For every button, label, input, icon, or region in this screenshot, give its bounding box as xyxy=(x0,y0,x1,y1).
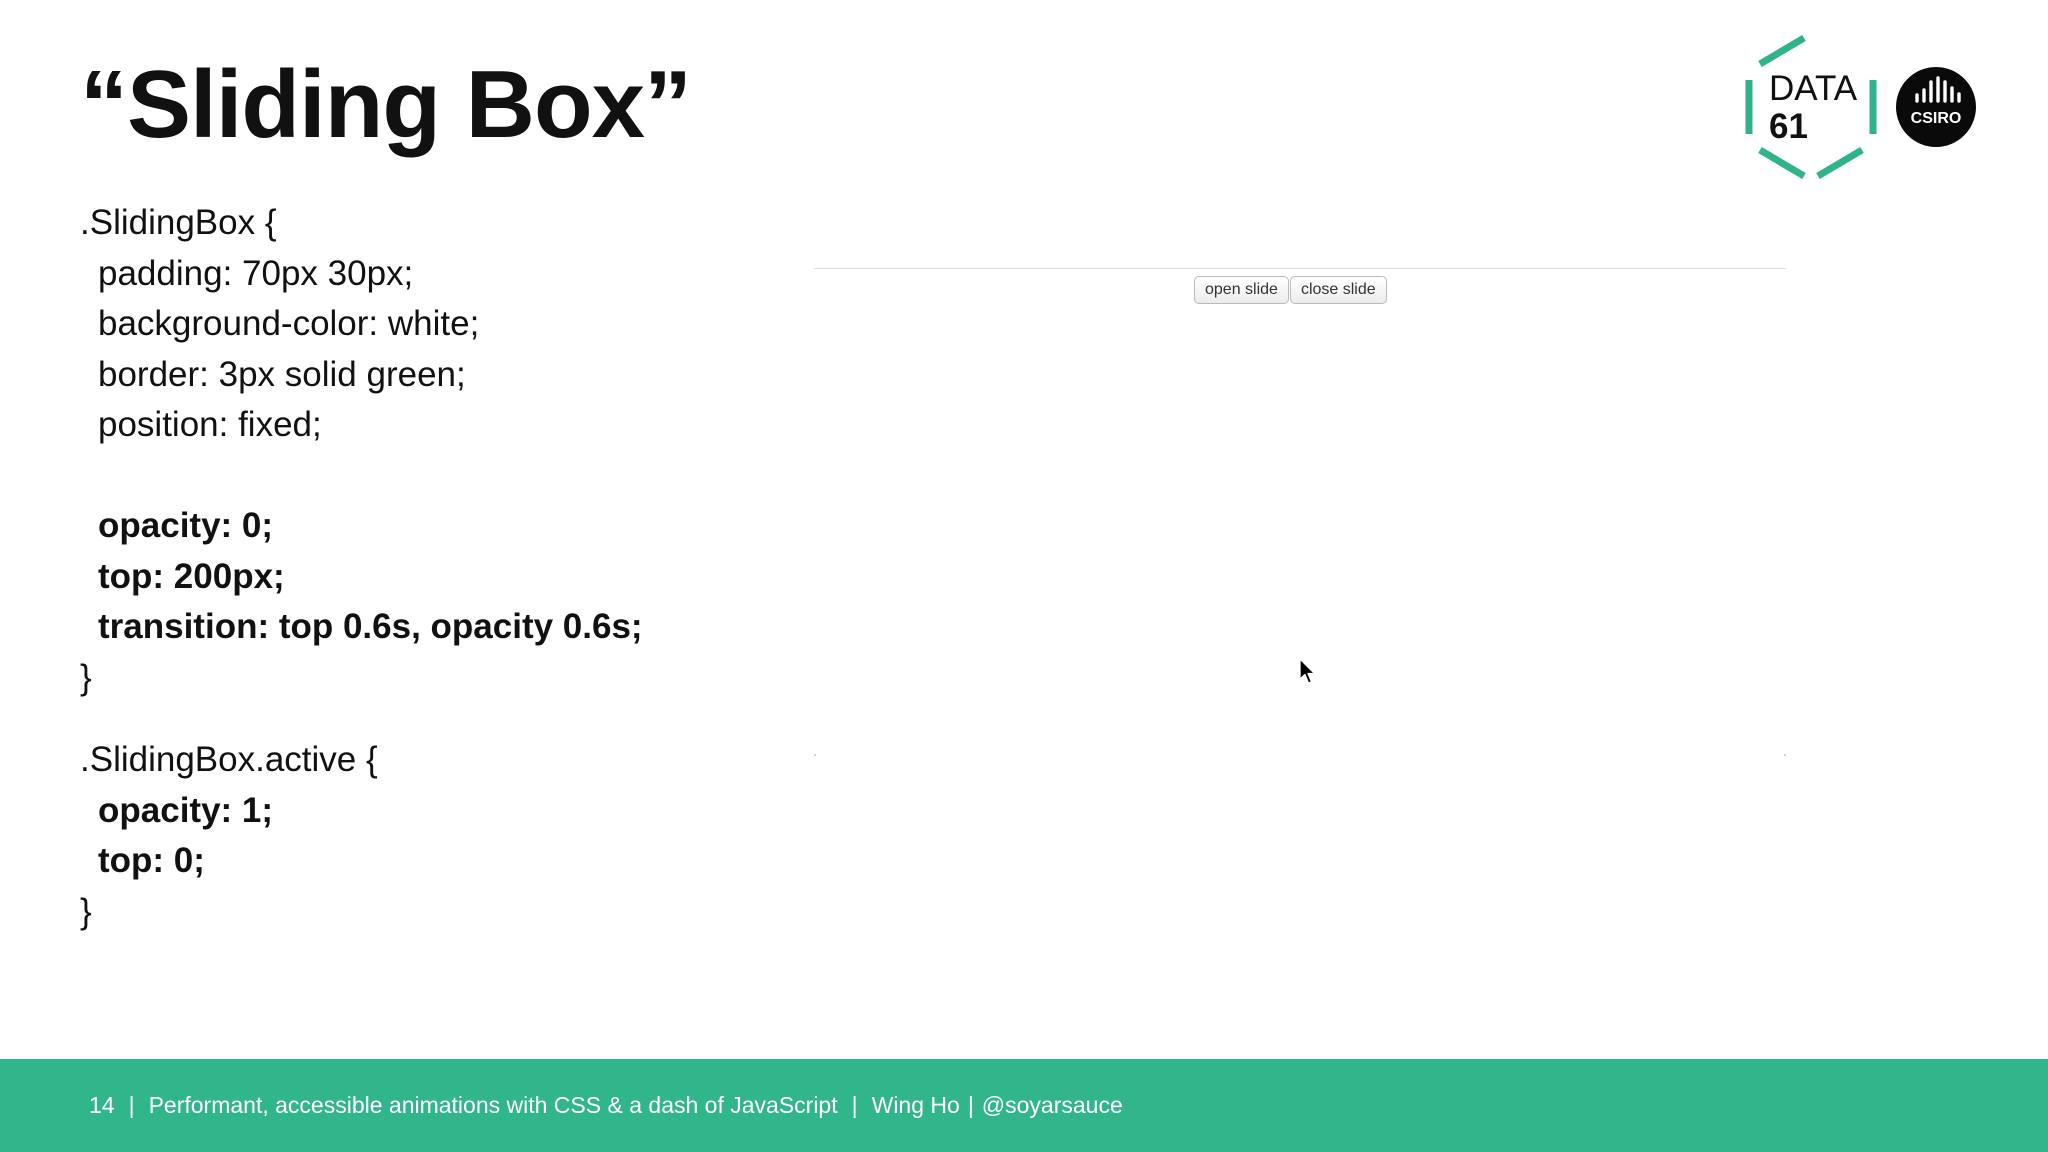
csiro-logo: CSIRO xyxy=(1896,67,1976,147)
code-line: opacity: 0; xyxy=(98,506,274,545)
demo-top-rule xyxy=(814,268,1786,269)
code-line: transition: top 0.6s, opacity 0.6s; xyxy=(98,607,643,646)
code-line: .SlidingBox.active { xyxy=(80,740,378,779)
mouse-pointer-icon xyxy=(1299,658,1316,684)
code-line: } xyxy=(80,891,92,931)
open-slide-button[interactable]: open slide xyxy=(1194,276,1289,304)
data61-logo: DATA 61 xyxy=(1745,34,1877,180)
code-line: top: 200px; xyxy=(98,556,285,596)
footer-author: Wing Ho xyxy=(871,1092,960,1118)
footer-separator: | xyxy=(967,1092,974,1118)
footer-handle: @soyarsauce xyxy=(981,1092,1123,1118)
code-line: padding: 70px 30px; xyxy=(98,253,414,293)
code-line: background-color: white; xyxy=(98,304,480,343)
slide-title: “Sliding Box” xyxy=(80,51,692,158)
csiro-logo-text: CSIRO xyxy=(1911,110,1962,127)
data61-logo-line1: DATA xyxy=(1769,69,1858,108)
footer-separator: | xyxy=(128,1092,135,1118)
code-line: position: fixed; xyxy=(98,405,322,444)
demo-button-group: open slide close slide xyxy=(1194,276,1387,304)
footer-talk-title: Performant, accessible animations with C… xyxy=(148,1092,838,1118)
code-line: } xyxy=(80,657,92,697)
demo-corner-right xyxy=(1784,754,1786,756)
footer-page-number: 14 xyxy=(89,1092,115,1118)
footer-separator: | xyxy=(851,1092,858,1118)
demo-corner-left xyxy=(814,754,816,756)
code-line: border: 3px solid green; xyxy=(98,354,466,394)
close-slide-button[interactable]: close slide xyxy=(1289,276,1387,304)
footer-bar: 14 | Performant, accessible animations wit… xyxy=(0,1059,2048,1152)
code-line: .SlidingBox { xyxy=(80,203,277,242)
data61-logo-line2: 61 xyxy=(1769,107,1808,146)
code-line: opacity: 1; xyxy=(98,790,274,830)
code-line: top: 0; xyxy=(98,841,205,880)
code-block: .SlidingBox { padding: 70px 30px; backgrou… xyxy=(80,198,643,937)
